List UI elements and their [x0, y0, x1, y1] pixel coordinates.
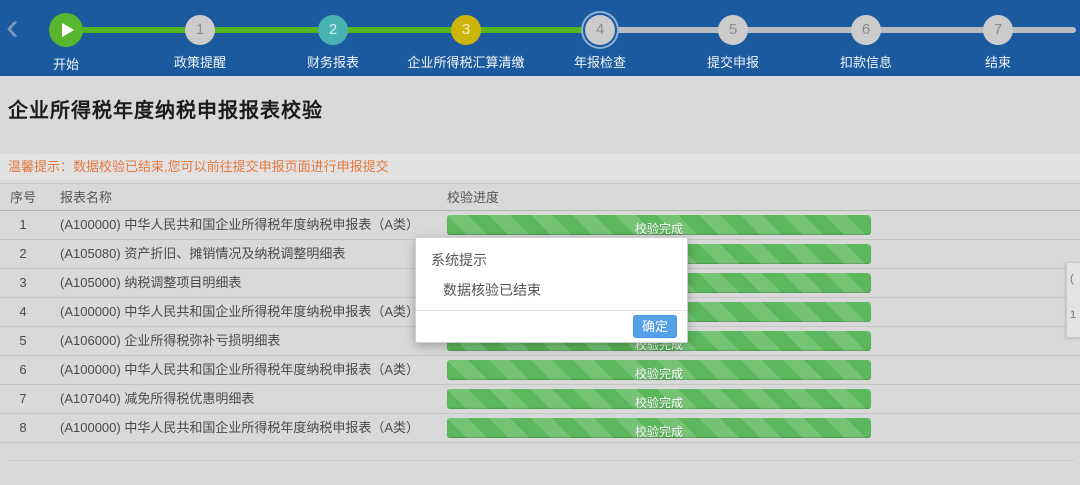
row-index: 2	[0, 240, 46, 268]
wizard-step-7[interactable]: 7 结束	[918, 0, 1078, 71]
screen: ‹ 开始1政策提醒2财务报表3企业所得税汇算清缴4年报检查5提交申报6扣款信息7…	[0, 0, 1080, 485]
row-index: 6	[0, 356, 46, 384]
dialog-message: 数据核验已结束	[443, 280, 541, 300]
step-label: 结束	[918, 52, 1078, 71]
table-row: 1 (A100000) 中华人民共和国企业所得税年度纳税申报表（A类） 校验完成	[0, 211, 1080, 240]
dialog-divider	[416, 310, 687, 311]
col-header-index: 序号	[0, 184, 46, 210]
clipped-text-fragment: 1	[1070, 309, 1076, 321]
table-row: 7 (A107040) 减免所得税优惠明细表 校验完成	[0, 385, 1080, 414]
table-row: 8 (A100000) 中华人民共和国企业所得税年度纳税申报表（A类） 校验完成	[0, 414, 1080, 443]
table-header: 序号 报表名称 校验进度	[0, 183, 1080, 211]
bottom-divider	[8, 460, 1074, 461]
progress-bar: 校验完成	[447, 389, 871, 409]
step-circle[interactable]: 3	[451, 15, 481, 45]
step-start-circle[interactable]	[49, 13, 83, 47]
page-title: 企业所得税年度纳税申报报表校验	[8, 94, 323, 123]
step-circle[interactable]: 7	[983, 15, 1013, 45]
progress-label: 校验完成	[635, 222, 683, 236]
wizard-header: ‹ 开始1政策提醒2财务报表3企业所得税汇算清缴4年报检查5提交申报6扣款信息7…	[0, 0, 1080, 76]
progress-bar: 校验完成	[447, 418, 871, 438]
clipped-side-panel: ( 1	[1066, 262, 1080, 338]
progress-label: 校验完成	[635, 425, 683, 439]
notice-bar: 温馨提示：数据校验已结束,您可以前往提交申报页面进行申报提交	[0, 154, 1080, 180]
progress-bar: 校验完成	[447, 360, 871, 380]
col-header-name: 报表名称	[46, 184, 1080, 210]
system-dialog: 系统提示 数据核验已结束 确定	[415, 237, 688, 343]
step-circle[interactable]: 2	[318, 15, 348, 45]
clipped-text-fragment: (	[1070, 273, 1074, 285]
step-circle[interactable]: 4	[585, 15, 615, 45]
ok-button[interactable]: 确定	[633, 315, 677, 338]
dialog-title: 系统提示	[431, 250, 487, 270]
progress-label: 校验完成	[635, 367, 683, 381]
play-icon	[62, 23, 74, 37]
table-row: 6 (A100000) 中华人民共和国企业所得税年度纳税申报表（A类） 校验完成	[0, 356, 1080, 385]
step-circle[interactable]: 1	[185, 15, 215, 45]
step-circle[interactable]: 5	[718, 15, 748, 45]
row-index: 8	[0, 414, 46, 442]
col-header-progress: 校验进度	[447, 184, 499, 212]
row-index: 5	[0, 327, 46, 355]
progress-label: 校验完成	[635, 396, 683, 410]
row-index: 1	[0, 211, 46, 239]
row-index: 3	[0, 269, 46, 297]
row-index: 4	[0, 298, 46, 326]
row-index: 7	[0, 385, 46, 413]
step-circle[interactable]: 6	[851, 15, 881, 45]
progress-bar: 校验完成	[447, 215, 871, 235]
